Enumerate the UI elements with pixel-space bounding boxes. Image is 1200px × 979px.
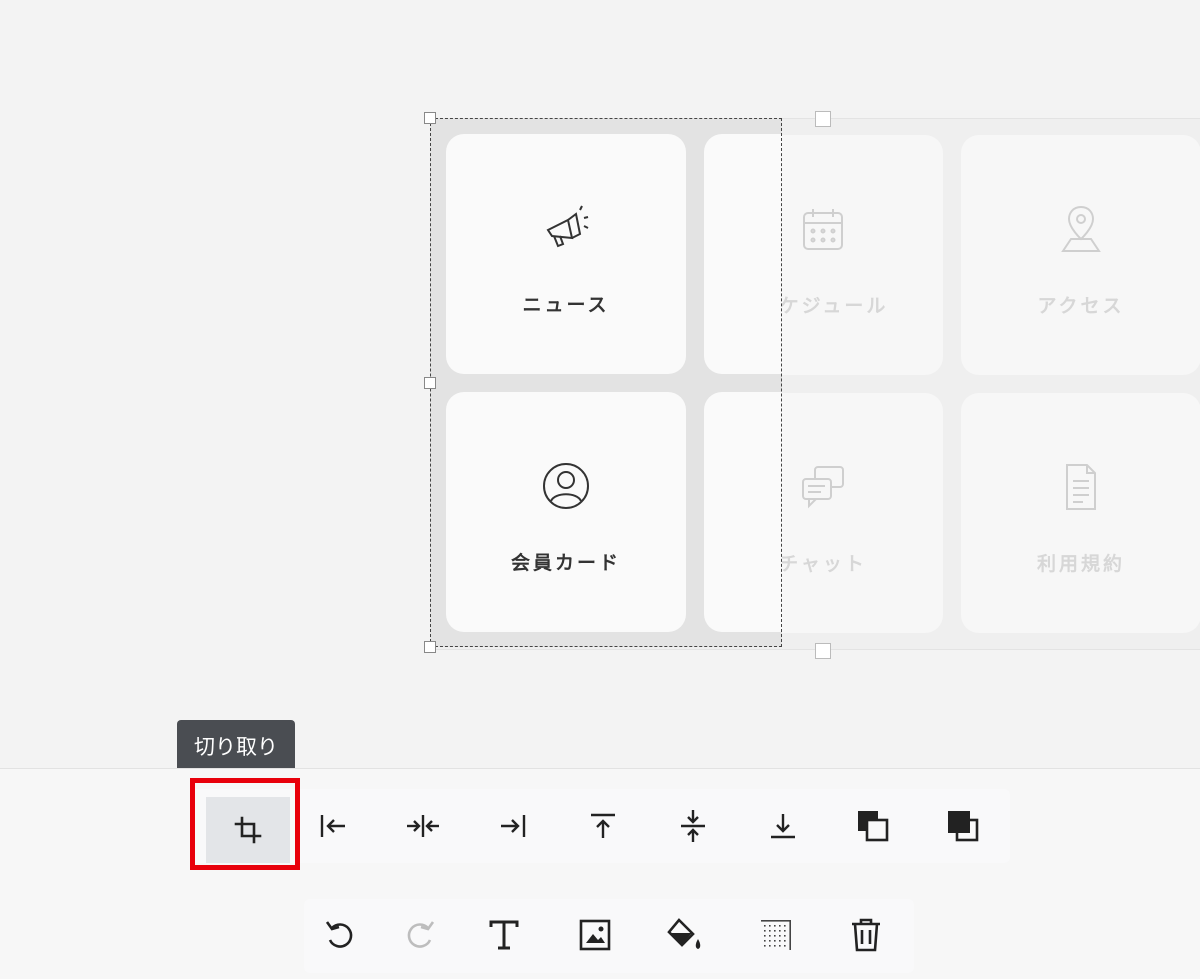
redo-button[interactable] <box>388 903 452 967</box>
align-left-button[interactable] <box>301 794 365 858</box>
resize-handle-bottom[interactable] <box>815 643 831 659</box>
toolbar-panel <box>0 768 1200 979</box>
tile-label: ニュース <box>522 294 610 316</box>
align-left-icon <box>320 815 345 837</box>
align-right-icon <box>501 815 526 837</box>
text-icon <box>489 920 519 950</box>
image-button[interactable] <box>563 903 627 967</box>
align-right-button[interactable] <box>481 794 545 858</box>
send-backward-icon <box>858 811 889 842</box>
fill-color-icon <box>667 918 701 949</box>
align-top-icon <box>591 813 615 838</box>
tile-label: アクセス <box>1037 295 1125 317</box>
tile-terms: 利用規約 <box>961 393 1200 633</box>
image-icon <box>579 919 611 951</box>
fill-color-button[interactable] <box>653 903 717 967</box>
tile-schedule-partial <box>704 134 782 374</box>
delete-button[interactable] <box>834 903 898 967</box>
send-backward-button[interactable] <box>841 794 905 858</box>
align-middle-vertical-button[interactable] <box>661 794 725 858</box>
toolbar-row-edit <box>304 899 914 973</box>
crop-handle-bottom-left[interactable] <box>424 641 436 653</box>
text-button[interactable] <box>472 903 536 967</box>
tile-label: 会員カード <box>510 552 621 574</box>
align-center-horizontal-icon <box>407 815 439 837</box>
tile-member-card: 会員カード <box>446 392 686 632</box>
align-center-horizontal-button[interactable] <box>391 794 455 858</box>
megaphone-icon <box>546 205 589 248</box>
editor-canvas[interactable]: スケジュール アクセス チャット 利用規約 ニュース 会員カード <box>0 0 1200 768</box>
align-bottom-button[interactable] <box>751 794 815 858</box>
crop-icon <box>234 816 262 844</box>
chat-bubbles-icon <box>802 466 844 509</box>
bring-forward-icon <box>948 811 979 842</box>
tile-chat-partial <box>704 392 782 632</box>
crop-handle-top-left[interactable] <box>424 112 436 124</box>
align-top-button[interactable] <box>571 794 635 858</box>
crop-button[interactable] <box>206 797 290 863</box>
bring-forward-button[interactable] <box>931 794 995 858</box>
tile-label: 利用規約 <box>1036 553 1125 575</box>
crop-handle-left[interactable] <box>424 377 436 389</box>
transparency-icon <box>761 920 791 950</box>
resize-handle-top[interactable] <box>815 111 831 127</box>
crop-area[interactable]: ニュース 会員カード <box>431 119 782 647</box>
user-circle-icon <box>543 463 589 509</box>
delete-icon <box>852 918 880 952</box>
map-pin-icon <box>1061 205 1101 252</box>
crop-tooltip: 切り取り <box>177 720 295 781</box>
toolbar-row-arrange <box>190 789 1010 863</box>
tile-access: アクセス <box>961 135 1200 375</box>
document-icon <box>1066 464 1096 510</box>
undo-button[interactable] <box>308 903 372 967</box>
tile-news: ニュース <box>446 134 686 374</box>
transparency-button[interactable] <box>744 903 808 967</box>
redo-icon <box>407 921 435 948</box>
align-bottom-icon <box>771 814 795 839</box>
calendar-icon <box>803 209 843 250</box>
align-middle-vertical-icon <box>681 810 705 842</box>
undo-icon <box>325 921 353 948</box>
